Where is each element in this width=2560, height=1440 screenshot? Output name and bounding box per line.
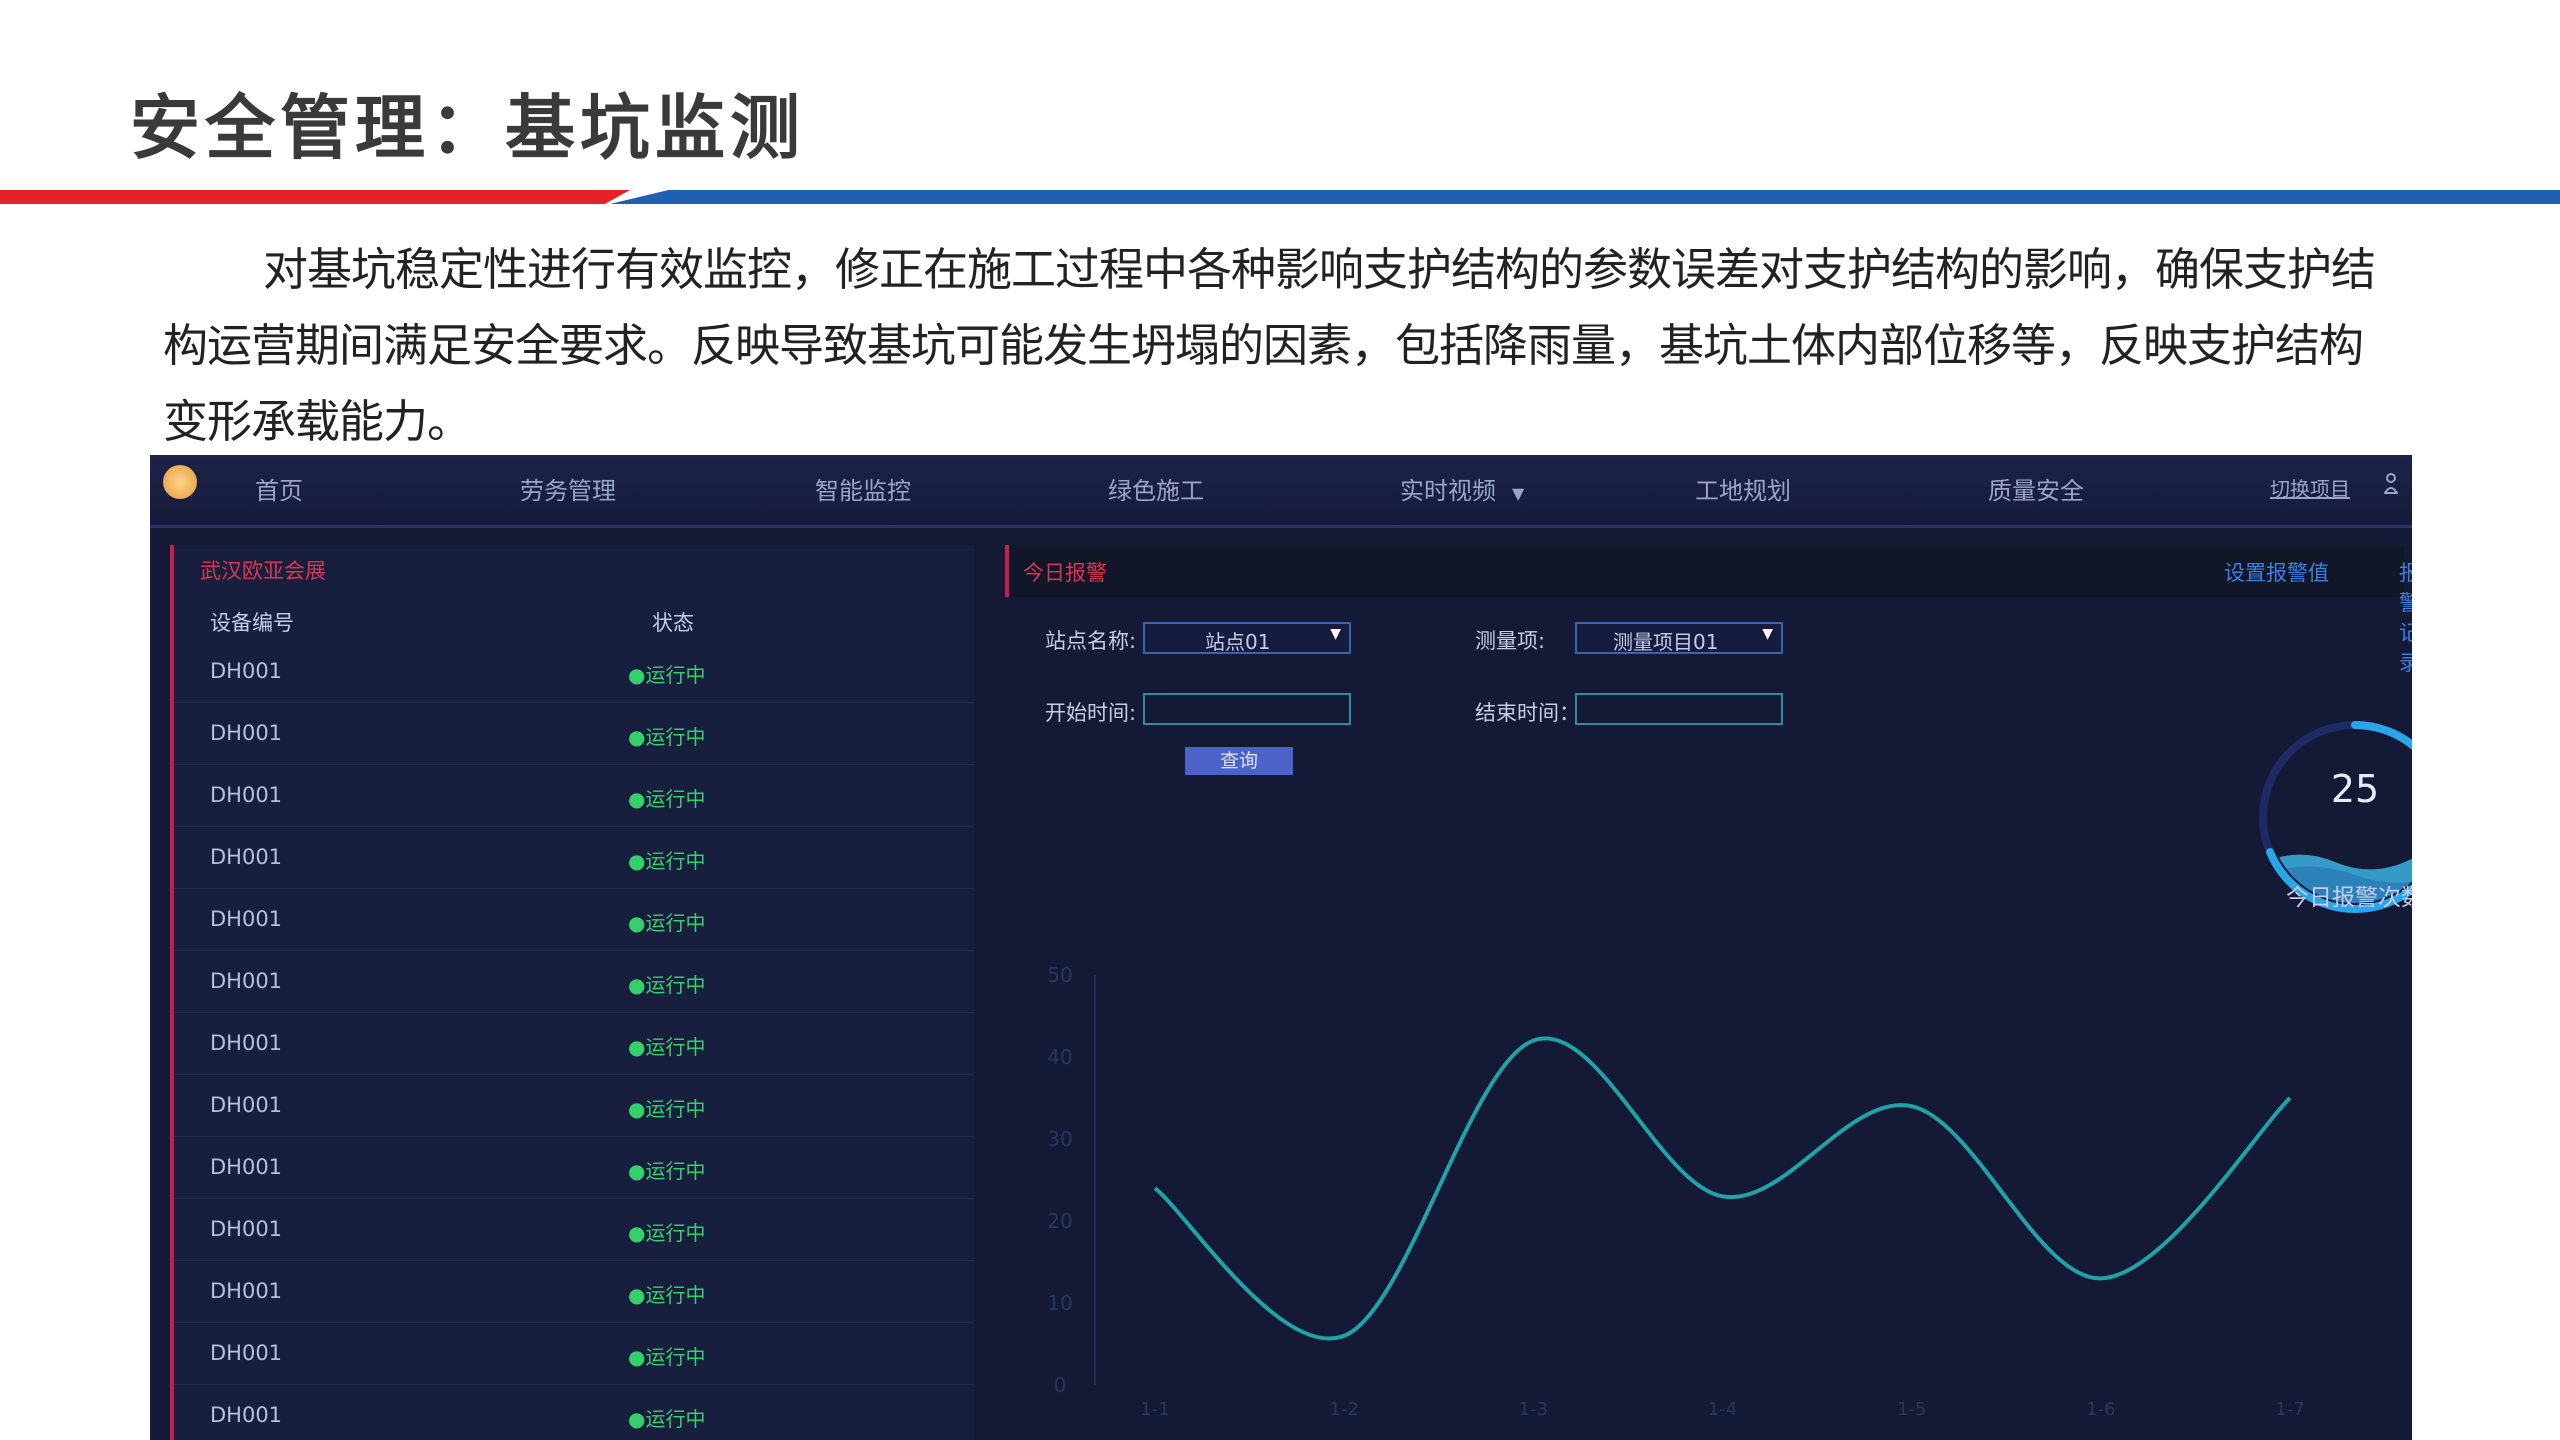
device-table-header: 设备编号 状态 xyxy=(174,601,974,641)
table-row[interactable]: DH001 ●运行中 xyxy=(174,1013,974,1075)
device-list-panel: 武汉欧亚会展 设备编号 状态 DH001 ●运行中 DH001 ●运行中 DH001 ●运… xyxy=(170,545,974,1440)
x-tick-label: 1-7 xyxy=(2275,1399,2304,1420)
measure-select-value: 测量项目01 xyxy=(1613,630,1719,654)
chevron-down-icon: ▼ xyxy=(1330,626,1341,642)
status-badge: ●运行中 xyxy=(628,1035,706,1059)
station-label: 站点名称: xyxy=(1045,629,1137,653)
status-badge: ●运行中 xyxy=(628,725,706,749)
col-device: 设备编号 xyxy=(210,611,294,635)
y-tick-label: 20 xyxy=(1047,1209,1072,1233)
x-tick-label: 1-1 xyxy=(1140,1399,1169,1420)
table-row[interactable]: DH001 ●运行中 xyxy=(174,827,974,889)
x-tick-label: 1-4 xyxy=(1708,1399,1737,1420)
station-select[interactable]: 站点01 ▼ xyxy=(1143,622,1351,654)
y-tick-label: 50 xyxy=(1047,963,1072,987)
nav-item-video-label: 实时视频 xyxy=(1400,477,1496,505)
alarm-records-link[interactable]: 报警记录 xyxy=(2399,557,2412,677)
alarm-panel-header: 今日报警 设置报警值 报警记录 xyxy=(1005,545,2412,675)
table-row[interactable]: DH001 ●运行中 xyxy=(174,889,974,951)
status-badge: ●运行中 xyxy=(628,663,706,687)
alarm-panel: 今日报警 设置报警值 报警记录 站点名称: 站点01 ▼ 测量项: 测量项目01… xyxy=(1005,545,2412,1440)
nav-item-labor[interactable]: 劳务管理 xyxy=(520,471,616,506)
user-icon[interactable] xyxy=(2384,469,2398,497)
project-title: 武汉欧亚会展 xyxy=(200,559,326,583)
title-divider-bar xyxy=(0,190,2560,204)
table-row[interactable]: DH001 ●运行中 xyxy=(174,1075,974,1137)
device-id: DH001 xyxy=(210,845,283,869)
alarm-count-label: 今日报警次数 xyxy=(2286,885,2412,911)
table-row[interactable]: DH001 ●运行中 xyxy=(174,765,974,827)
table-row[interactable]: DH001 ●运行中 xyxy=(174,1261,974,1323)
device-id: DH001 xyxy=(210,721,283,745)
switch-project-link[interactable]: 切换项目 xyxy=(2270,473,2350,502)
y-tick-label: 40 xyxy=(1047,1045,1072,1069)
top-navigation: 首页 劳务管理 智能监控 绿色施工 实时视频 ▼ 工地规划 质量安全 切换项目 xyxy=(150,455,2412,528)
set-threshold-link[interactable]: 设置报警值 xyxy=(2224,557,2329,587)
col-status: 状态 xyxy=(652,611,694,635)
nav-item-monitor[interactable]: 智能监控 xyxy=(815,471,911,506)
alarm-panel-title: 今日报警 xyxy=(1023,561,1107,585)
station-select-value: 站点01 xyxy=(1205,630,1271,654)
status-badge: ●运行中 xyxy=(628,1159,706,1183)
table-row[interactable]: DH001 ●运行中 xyxy=(174,1137,974,1199)
device-id: DH001 xyxy=(210,1279,283,1303)
nav-item-quality[interactable]: 质量安全 xyxy=(1988,471,2084,506)
series-line xyxy=(1153,1036,2292,1341)
start-time-label: 开始时间: xyxy=(1045,701,1137,725)
y-tick-label: 0 xyxy=(1054,1373,1067,1397)
start-time-input[interactable] xyxy=(1143,693,1351,725)
end-time-input[interactable] xyxy=(1575,693,1783,725)
status-badge: ●运行中 xyxy=(628,1283,706,1307)
slide-title: 安全管理：基坑监测 xyxy=(130,87,805,169)
device-id: DH001 xyxy=(210,1341,283,1365)
x-tick-label: 1-3 xyxy=(1519,1399,1548,1420)
chevron-down-icon: ▼ xyxy=(1762,626,1773,642)
device-id: DH001 xyxy=(210,1403,283,1427)
device-id: DH001 xyxy=(210,1031,283,1055)
end-time-label: 结束时间： xyxy=(1475,701,1580,725)
device-id: DH001 xyxy=(210,1217,283,1241)
nav-item-planning[interactable]: 工地规划 xyxy=(1695,471,1791,506)
device-id: DH001 xyxy=(210,1093,283,1117)
alarm-line-chart: 0 10 20 30 40 50 1-1 1-2 1-3 1-4 1-5 1-6 1-7 xyxy=(1047,963,2304,1420)
table-row[interactable]: DH001 ●运行中 xyxy=(174,1199,974,1261)
status-badge: ●运行中 xyxy=(628,1407,706,1431)
status-badge: ●运行中 xyxy=(628,911,706,935)
x-tick-label: 1-5 xyxy=(1897,1399,1926,1420)
device-id: DH001 xyxy=(210,1155,283,1179)
device-id: DH001 xyxy=(210,969,283,993)
status-badge: ●运行中 xyxy=(628,1345,706,1369)
logo-icon xyxy=(163,465,197,499)
table-row[interactable]: DH001 ●运行中 xyxy=(174,703,974,765)
x-tick-label: 1-6 xyxy=(2086,1399,2115,1420)
table-row[interactable]: DH001 ●运行中 xyxy=(174,1385,974,1440)
chevron-down-icon: ▼ xyxy=(1512,484,1525,503)
nav-item-video[interactable]: 实时视频 ▼ xyxy=(1400,471,1524,506)
dashboard-screenshot: 首页 劳务管理 智能监控 绿色施工 实时视频 ▼ 工地规划 质量安全 切换项目 武… xyxy=(150,455,2412,1440)
device-table-body: DH001 ●运行中 DH001 ●运行中 DH001 ●运行中 DH001 ●运行中 DH00… xyxy=(174,641,974,1440)
intro-paragraph: 对基坑稳定性进行有效监控，修正在施工过程中各种影响支护结构的参数误差对支护结构的… xyxy=(163,243,2376,448)
nav-item-home[interactable]: 首页 xyxy=(255,471,303,506)
table-row[interactable]: DH001 ●运行中 xyxy=(174,641,974,703)
title-bar-blue xyxy=(610,190,2560,204)
status-badge: ●运行中 xyxy=(628,849,706,873)
status-badge: ●运行中 xyxy=(628,1097,706,1121)
y-tick-label: 10 xyxy=(1047,1291,1072,1315)
table-row[interactable]: DH001 ●运行中 xyxy=(174,951,974,1013)
device-id: DH001 xyxy=(210,783,283,807)
query-button[interactable]: 查询 xyxy=(1185,747,1293,775)
device-id: DH001 xyxy=(210,659,283,683)
status-badge: ●运行中 xyxy=(628,973,706,997)
measure-select[interactable]: 测量项目01 ▼ xyxy=(1575,622,1783,654)
measure-label: 测量项: xyxy=(1475,629,1546,653)
status-badge: ●运行中 xyxy=(628,787,706,811)
table-row[interactable]: DH001 ●运行中 xyxy=(174,1323,974,1385)
alarm-count-value: 25 xyxy=(2330,767,2380,811)
status-badge: ●运行中 xyxy=(628,1221,706,1245)
title-bar-red xyxy=(0,190,630,204)
x-tick-label: 1-2 xyxy=(1329,1399,1358,1420)
nav-item-green[interactable]: 绿色施工 xyxy=(1108,471,1204,506)
device-id: DH001 xyxy=(210,907,283,931)
y-tick-label: 30 xyxy=(1047,1127,1072,1151)
